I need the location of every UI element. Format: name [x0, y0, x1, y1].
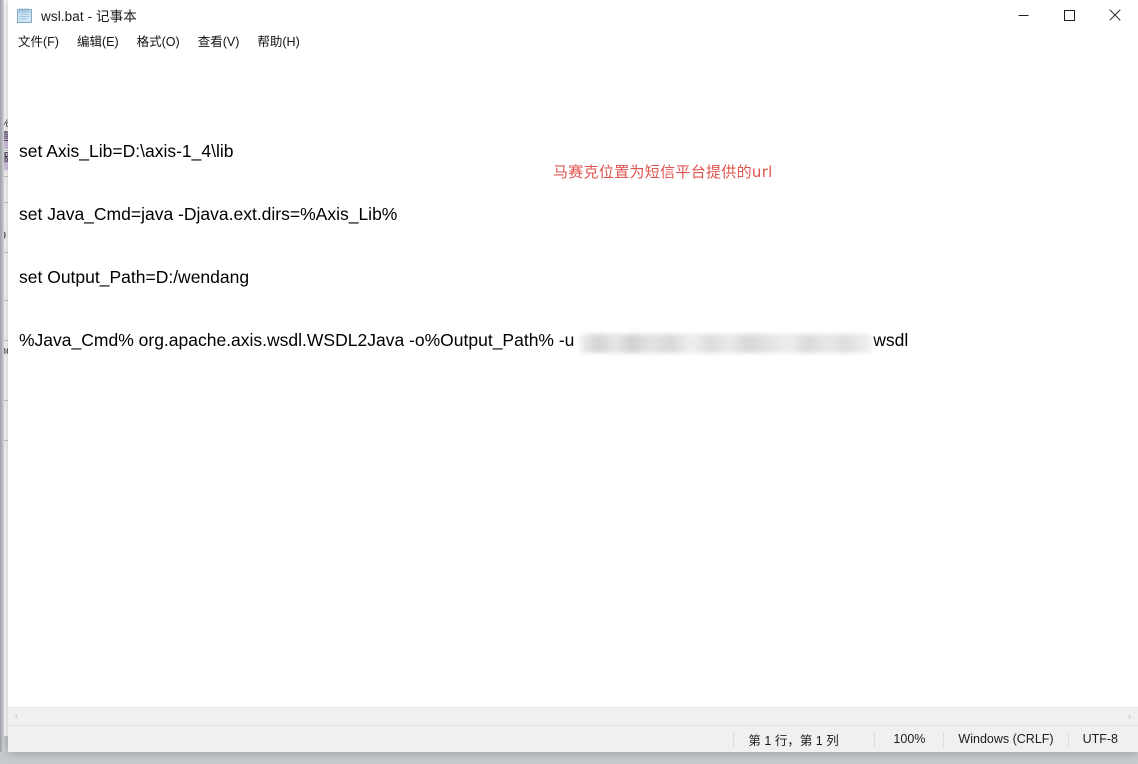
- screen: %J 官 报 ( 9 nd ]: [0, 0, 1138, 764]
- menu-file[interactable]: 文件(F): [18, 31, 68, 50]
- notepad-icon: [16, 7, 33, 24]
- caption-button-group: [1000, 0, 1138, 30]
- maximize-button[interactable]: [1046, 0, 1092, 30]
- editor-line-4: %Java_Cmd% org.apache.axis.wsdl.WSDL2Jav…: [19, 330, 909, 353]
- editor-line-1: set Axis_Lib=D:\axis-1_4\lib: [19, 141, 234, 161]
- menu-bar: 文件(F) 编辑(E) 格式(O) 查看(V) 帮助(H): [8, 30, 1138, 51]
- horizontal-scrollbar[interactable]: ‹ ›: [8, 707, 1138, 725]
- desktop-bottom-strip: [0, 752, 1138, 764]
- menu-help[interactable]: 帮助(H): [257, 31, 308, 50]
- scroll-track[interactable]: [25, 708, 1121, 725]
- title-bar-left: wsl.bat - 记事本: [8, 5, 137, 25]
- status-line-ending[interactable]: Windows (CRLF): [943, 731, 1067, 747]
- annotation-text: 马赛克位置为短信平台提供的url: [553, 163, 773, 181]
- close-icon: [1109, 9, 1121, 21]
- mosaic-redaction: [580, 333, 873, 353]
- status-zoom-level[interactable]: 100%: [874, 731, 943, 747]
- text-editor[interactable]: set Axis_Lib=D:\axis-1_4\lib set Java_Cm…: [8, 51, 1138, 707]
- editor-line-4-prefix: %Java_Cmd% org.apache.axis.wsdl.WSDL2Jav…: [19, 330, 580, 350]
- menu-edit[interactable]: 编辑(E): [77, 31, 128, 50]
- editor-line-4-suffix: wsdl: [873, 330, 909, 350]
- editor-content: set Axis_Lib=D:\axis-1_4\lib set Java_Cm…: [19, 99, 908, 393]
- scroll-right-arrow-icon[interactable]: ›: [1121, 708, 1138, 725]
- window-shadow: [0, 0, 4, 764]
- minimize-button[interactable]: [1000, 0, 1046, 30]
- title-bar[interactable]: wsl.bat - 记事本: [8, 0, 1138, 30]
- editor-line-3: set Output_Path=D:/wendang: [19, 267, 250, 287]
- close-button[interactable]: [1092, 0, 1138, 30]
- menu-view[interactable]: 查看(V): [198, 31, 249, 50]
- status-encoding[interactable]: UTF-8: [1067, 731, 1138, 747]
- menu-format[interactable]: 格式(O): [137, 31, 189, 50]
- status-bar: 第 1 行，第 1 列 100% Windows (CRLF) UTF-8: [8, 725, 1138, 752]
- maximize-icon: [1063, 9, 1075, 21]
- window-title: wsl.bat - 记事本: [41, 9, 137, 24]
- notepad-window: wsl.bat - 记事本 文件(F) 编辑(E) 格式(O) 查看(V) 帮助…: [8, 0, 1138, 752]
- minimize-icon: [1018, 14, 1028, 16]
- status-cursor-position[interactable]: 第 1 行，第 1 列: [733, 731, 874, 748]
- scroll-left-arrow-icon[interactable]: ‹: [8, 708, 25, 725]
- editor-line-2: set Java_Cmd=java -Djava.ext.dirs=%Axis_…: [19, 204, 398, 224]
